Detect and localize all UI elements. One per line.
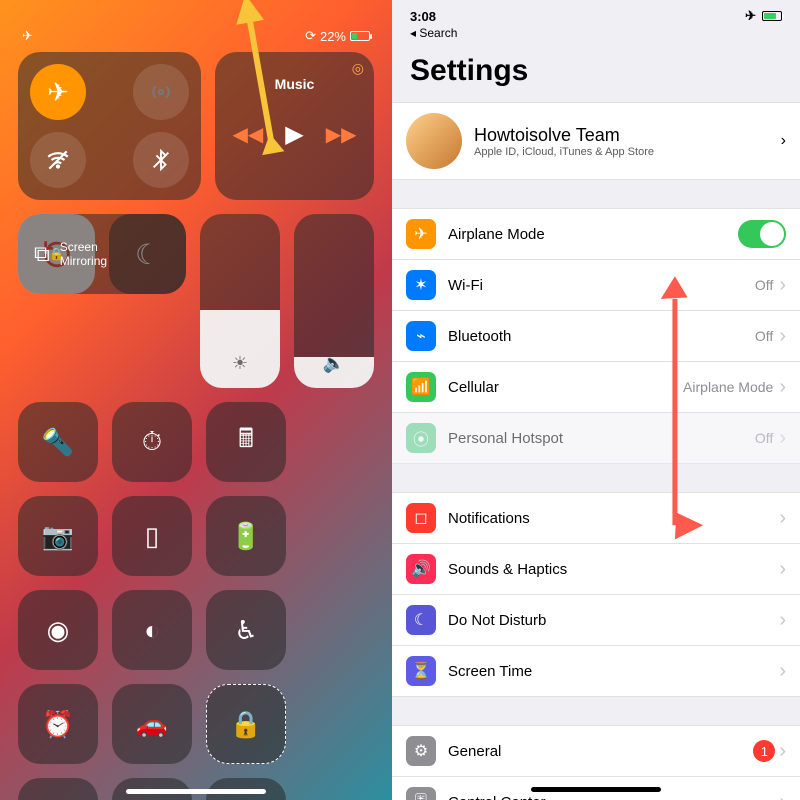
hotspot-cell[interactable]: ⦿ Personal Hotspot Off › bbox=[392, 413, 800, 464]
bluetooth-icon: ⌁ bbox=[406, 321, 436, 351]
profile-sub: Apple ID, iCloud, iTunes & App Store bbox=[474, 146, 781, 158]
accessibility-button[interactable]: ♿︎ bbox=[206, 590, 286, 670]
timer-button[interactable]: ⏱ bbox=[112, 402, 192, 482]
back-button[interactable]: ◂ Search bbox=[392, 26, 800, 44]
calculator-button[interactable]: 🖩 bbox=[206, 402, 286, 482]
bluetooth-toggle[interactable] bbox=[133, 132, 189, 188]
airplane-mode-toggle[interactable]: ✈︎ bbox=[30, 64, 86, 120]
flashlight-button[interactable]: 🔦 bbox=[18, 402, 98, 482]
screentime-label: Screen Time bbox=[448, 663, 779, 680]
prev-track-button[interactable]: ◀◀ bbox=[233, 122, 264, 147]
chevron-icon: › bbox=[779, 376, 786, 399]
screentime-cell[interactable]: ⏳ Screen Time › bbox=[392, 646, 800, 697]
chevron-icon: › bbox=[779, 740, 786, 763]
bluetooth-label: Bluetooth bbox=[448, 328, 755, 345]
general-badge: 1 bbox=[753, 740, 775, 762]
play-button[interactable]: ▶ bbox=[285, 120, 303, 149]
music-title: Music bbox=[257, 66, 333, 106]
avatar bbox=[406, 113, 462, 169]
control-center-label: Control Center bbox=[448, 794, 779, 800]
guided-access-button[interactable]: 🔒 bbox=[206, 684, 286, 764]
camera-button[interactable]: 📷 bbox=[18, 496, 98, 576]
notifications-label: Notifications bbox=[448, 510, 779, 527]
brightness-icon: ☀︎ bbox=[232, 353, 248, 374]
cellular-data-toggle[interactable] bbox=[133, 64, 189, 120]
hotspot-value: Off bbox=[755, 430, 773, 446]
battery-icon bbox=[762, 11, 782, 21]
dnd-icon: ☾ bbox=[406, 605, 436, 635]
alarm-button[interactable]: ⏰ bbox=[18, 684, 98, 764]
cellular-label: Cellular bbox=[448, 379, 683, 396]
hearing-button[interactable]: 👂 bbox=[18, 778, 98, 800]
profile-cell[interactable]: Howtoisolve Team Apple ID, iCloud, iTune… bbox=[392, 102, 800, 180]
chevron-icon: › bbox=[779, 507, 786, 530]
sounds-cell[interactable]: 🔊 Sounds & Haptics › bbox=[392, 544, 800, 595]
notifications-icon: ◻︎ bbox=[406, 503, 436, 533]
hotspot-label: Personal Hotspot bbox=[448, 430, 755, 447]
chevron-icon: › bbox=[779, 427, 786, 450]
wifi-label: Wi-Fi bbox=[448, 277, 755, 294]
battery-pct: 22% bbox=[320, 29, 346, 44]
sounds-label: Sounds & Haptics bbox=[448, 561, 779, 578]
profile-name: Howtoisolve Team bbox=[474, 125, 781, 146]
apple-tv-remote-button[interactable]: ▯ bbox=[112, 496, 192, 576]
chevron-icon: › bbox=[779, 609, 786, 632]
home-indicator[interactable] bbox=[126, 789, 266, 794]
wifi-toggle[interactable] bbox=[30, 132, 86, 188]
general-label: General bbox=[448, 743, 753, 760]
chevron-icon: › bbox=[779, 274, 786, 297]
airplane-icon: ✈︎ bbox=[406, 219, 436, 249]
chevron-icon: › bbox=[779, 660, 786, 683]
hotspot-icon: ⦿ bbox=[406, 423, 436, 453]
dark-mode-button[interactable]: ◐ bbox=[112, 590, 192, 670]
wifi-cell[interactable]: ✶ Wi-Fi Off › bbox=[392, 260, 800, 311]
chevron-icon: › bbox=[779, 558, 786, 581]
cellular-value: Airplane Mode bbox=[683, 379, 773, 395]
airplane-label: Airplane Mode bbox=[448, 226, 738, 243]
wifi-value: Off bbox=[755, 277, 773, 293]
screen-mirroring-icon: ⧉ bbox=[34, 241, 50, 267]
screen-mirroring-label: Screen Mirroring bbox=[60, 240, 107, 268]
dnd-cell[interactable]: ☾ Do Not Disturb › bbox=[392, 595, 800, 646]
screentime-icon: ⏳ bbox=[406, 656, 436, 686]
volume-slider[interactable]: 🔈 bbox=[294, 214, 374, 388]
dnd-label: Do Not Disturb bbox=[448, 612, 779, 629]
volume-icon: 🔈 bbox=[323, 353, 345, 374]
next-track-button[interactable]: ▶▶ bbox=[326, 122, 357, 147]
low-power-mode-button[interactable]: 🔋 bbox=[206, 496, 286, 576]
bluetooth-value: Off bbox=[755, 328, 773, 344]
music-module[interactable]: ◎ Music ◀◀ ▶ ▶▶ bbox=[215, 52, 374, 200]
airplane-mode-switch[interactable] bbox=[738, 220, 786, 248]
back-label: Search bbox=[419, 26, 457, 40]
cellular-icon: 📶 bbox=[406, 372, 436, 402]
airplane-status-icon: ✈︎ bbox=[745, 8, 756, 24]
general-icon: ⚙︎ bbox=[406, 736, 436, 766]
car-button[interactable]: 🚗 bbox=[112, 684, 192, 764]
general-cell[interactable]: ⚙︎ General 1 › bbox=[392, 725, 800, 777]
wifi-icon: ✶ bbox=[406, 270, 436, 300]
screen-record-button[interactable]: ◉ bbox=[18, 590, 98, 670]
brightness-slider[interactable]: ☀︎ bbox=[200, 214, 280, 388]
status-time: 3:08 bbox=[410, 9, 436, 24]
lock-icon: ⟳ bbox=[305, 28, 316, 44]
bluetooth-cell[interactable]: ⌁ Bluetooth Off › bbox=[392, 311, 800, 362]
page-title: Settings bbox=[392, 44, 800, 102]
cellular-cell[interactable]: 📶 Cellular Airplane Mode › bbox=[392, 362, 800, 413]
airplane-mode-cell[interactable]: ✈︎ Airplane Mode bbox=[392, 208, 800, 260]
battery-icon bbox=[350, 31, 370, 41]
airplay-icon[interactable]: ◎ bbox=[352, 60, 364, 77]
screen-mirroring-button[interactable]: ⧉ Screen Mirroring bbox=[18, 214, 186, 294]
notifications-cell[interactable]: ◻︎ Notifications › bbox=[392, 492, 800, 544]
sounds-icon: 🔊 bbox=[406, 554, 436, 584]
chevron-icon: › bbox=[781, 132, 786, 150]
airplane-status-icon: ✈︎ bbox=[22, 28, 33, 44]
control-center-icon: 🎚 bbox=[406, 787, 436, 800]
chevron-icon: › bbox=[779, 325, 786, 348]
connectivity-module[interactable]: ✈︎ bbox=[18, 52, 201, 200]
chevron-icon: › bbox=[779, 791, 786, 800]
home-indicator[interactable] bbox=[531, 787, 661, 792]
